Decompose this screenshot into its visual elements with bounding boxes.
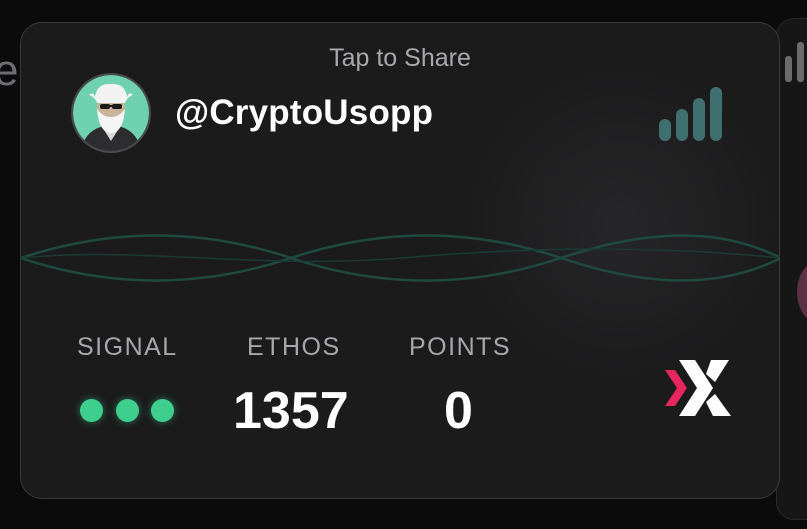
signal-label: SIGNAL — [77, 333, 178, 361]
bearded-man-avatar-icon — [73, 75, 149, 151]
background-partial-text: e — [0, 46, 19, 95]
background-next-card[interactable] — [776, 18, 807, 520]
screen: e Tap to Share @CryptoUsopp SIGNAL ETHOS… — [0, 0, 807, 529]
signal-dot — [151, 399, 174, 422]
background-signal-icon — [785, 42, 807, 82]
x-brand-logo-icon[interactable] — [661, 356, 737, 420]
share-card[interactable]: Tap to Share @CryptoUsopp SIGNAL ETHOS 1… — [20, 22, 780, 499]
ethos-value: 1357 — [233, 382, 349, 440]
ethos-label: ETHOS — [247, 333, 341, 361]
points-value: 0 — [444, 382, 473, 440]
signal-dot — [80, 399, 103, 422]
points-label: POINTS — [409, 333, 512, 361]
username: @CryptoUsopp — [175, 93, 434, 132]
avatar[interactable] — [71, 73, 151, 153]
signal-dots — [80, 399, 180, 425]
wave-decoration — [21, 234, 779, 282]
signal-strength-icon — [659, 85, 731, 141]
tap-to-share-label[interactable]: Tap to Share — [21, 44, 779, 73]
signal-dot — [116, 399, 139, 422]
